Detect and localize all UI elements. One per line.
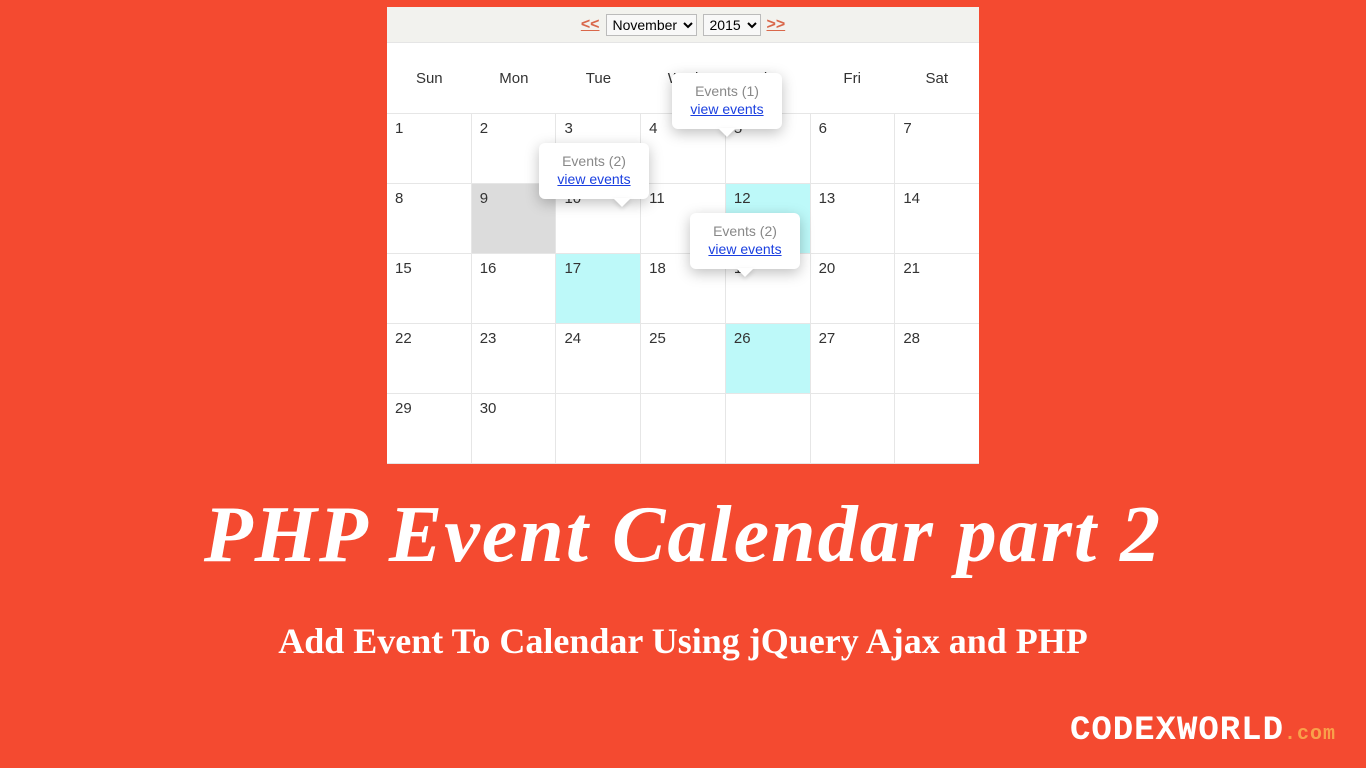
subheadline: Add Event To Calendar Using jQuery Ajax … <box>0 620 1366 662</box>
tooltip-title: Events (2) <box>555 153 633 169</box>
day-cell[interactable]: 26 <box>726 324 811 394</box>
tooltip-tail-icon <box>613 198 631 207</box>
day-header: Tue <box>556 70 641 87</box>
day-cell[interactable]: 17 <box>556 254 641 324</box>
day-cell[interactable]: 28 <box>895 324 979 394</box>
day-cell[interactable]: 21 <box>895 254 979 324</box>
day-cell[interactable]: 22 <box>387 324 472 394</box>
day-cell[interactable]: 16 <box>472 254 557 324</box>
calendar-grid: 1234567891011121314151617181920212223242… <box>387 113 979 464</box>
next-month-link[interactable]: >> <box>767 16 786 34</box>
brand-ext: .com <box>1284 723 1336 746</box>
tooltip-tail-icon <box>718 128 736 137</box>
day-cell <box>726 394 811 464</box>
view-events-link[interactable]: view events <box>688 101 766 117</box>
day-cell[interactable]: 30 <box>472 394 557 464</box>
day-cell <box>811 394 896 464</box>
brand-logo: CODEXWORLD.com <box>1070 712 1336 750</box>
week-row: 891011121314 <box>387 184 979 254</box>
event-tooltip: Events (2) view events <box>690 213 800 269</box>
day-cell <box>556 394 641 464</box>
day-cell[interactable]: 20 <box>811 254 896 324</box>
day-header: Fri <box>810 70 895 87</box>
tooltip-title: Events (1) <box>688 83 766 99</box>
day-cell[interactable]: 6 <box>811 114 896 184</box>
day-cell[interactable]: 13 <box>811 184 896 254</box>
week-row: 22232425262728 <box>387 324 979 394</box>
tooltip-tail-icon <box>736 268 754 277</box>
day-cell <box>895 394 979 464</box>
day-cell[interactable]: 23 <box>472 324 557 394</box>
event-tooltip: Events (1) view events <box>672 73 782 129</box>
day-cell[interactable]: 15 <box>387 254 472 324</box>
day-header: Sun <box>387 70 472 87</box>
year-select[interactable]: 2015 <box>703 14 761 36</box>
day-cell[interactable]: 14 <box>895 184 979 254</box>
day-cell[interactable]: 25 <box>641 324 726 394</box>
calendar-nav: << November 2015 >> <box>387 7 979 43</box>
day-cell[interactable]: 7 <box>895 114 979 184</box>
view-events-link[interactable]: view events <box>706 241 784 257</box>
day-cell[interactable]: 27 <box>811 324 896 394</box>
prev-month-link[interactable]: << <box>581 16 600 34</box>
week-row: 2930 <box>387 394 979 464</box>
day-cell[interactable]: 1 <box>387 114 472 184</box>
brand-main: CODEXWORLD <box>1070 712 1284 750</box>
headline: PHP Event Calendar part 2 <box>0 490 1366 581</box>
tooltip-title: Events (2) <box>706 223 784 239</box>
month-select[interactable]: November <box>606 14 697 36</box>
day-header: Sat <box>894 70 979 87</box>
week-row: 15161718192021 <box>387 254 979 324</box>
day-cell <box>641 394 726 464</box>
day-cell[interactable]: 8 <box>387 184 472 254</box>
view-events-link[interactable]: view events <box>555 171 633 187</box>
day-cell[interactable]: 24 <box>556 324 641 394</box>
day-header: Mon <box>472 70 557 87</box>
day-cell[interactable]: 29 <box>387 394 472 464</box>
event-tooltip: Events (2) view events <box>539 143 649 199</box>
